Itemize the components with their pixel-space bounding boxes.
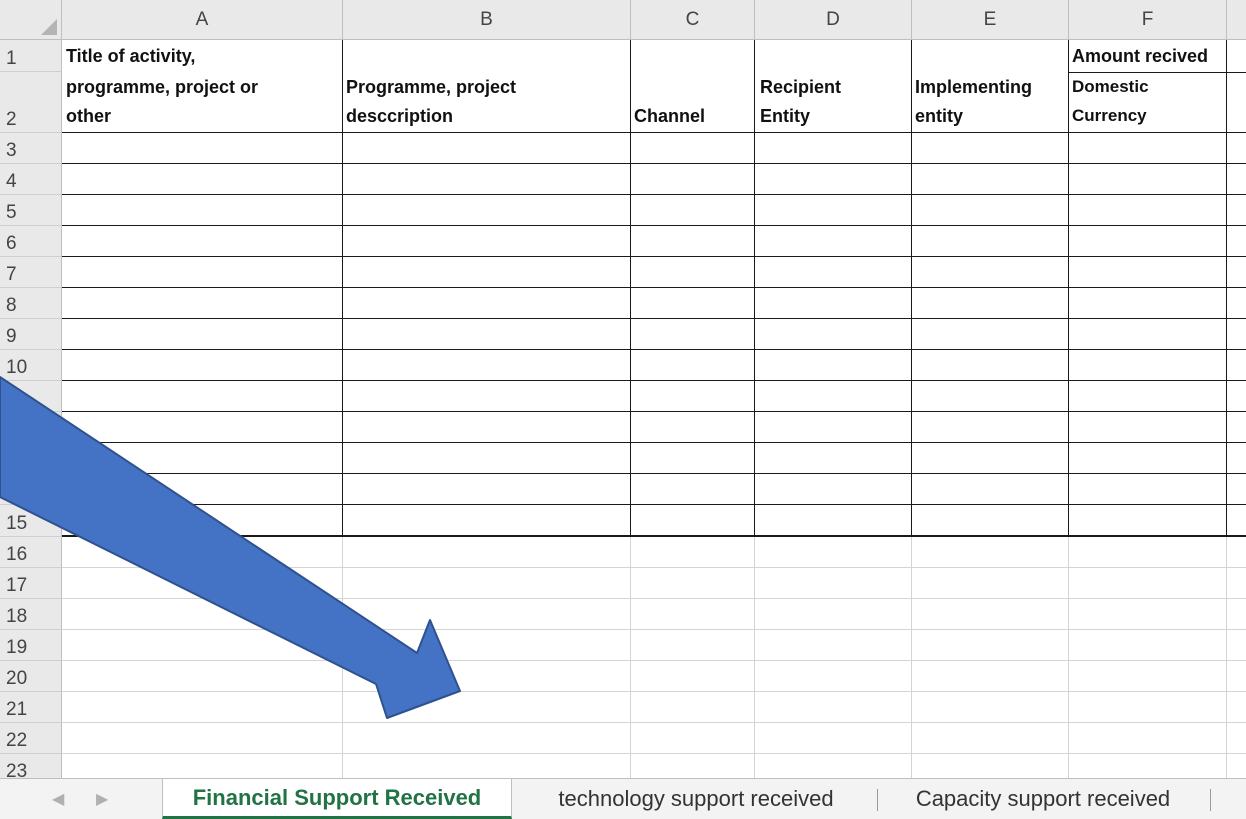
- gridline: [62, 629, 1246, 630]
- row-header-11[interactable]: 11: [0, 381, 62, 412]
- column-header-g[interactable]: [1227, 0, 1246, 40]
- cell-a2-line1[interactable]: programme, project or: [66, 77, 258, 98]
- table-border: [62, 349, 1246, 350]
- cell-f2-line2[interactable]: Currency: [1072, 106, 1147, 126]
- next-sheet-icon[interactable]: ▶: [96, 789, 108, 809]
- gridline: [62, 598, 1246, 599]
- row-header-3[interactable]: 3: [0, 133, 62, 164]
- table-border: [62, 380, 1246, 381]
- table-border: [62, 411, 1246, 412]
- row-header-10[interactable]: 10: [0, 350, 62, 381]
- tab-capacity-support-received[interactable]: Capacity support received: [882, 779, 1204, 819]
- table-border-bottom: [62, 535, 1246, 537]
- row-header-20[interactable]: 20: [0, 661, 62, 692]
- gridline: [62, 753, 1246, 754]
- prev-sheet-icon[interactable]: ◀: [52, 789, 64, 809]
- row-header-5[interactable]: 5: [0, 195, 62, 226]
- cell-c2[interactable]: Channel: [634, 106, 705, 127]
- table-border: [62, 473, 1246, 474]
- arrow-annotation: [0, 376, 461, 719]
- cell-a1[interactable]: Title of activity,: [66, 46, 195, 67]
- row-header-1[interactable]: 1: [0, 40, 62, 72]
- cell-f2-line1[interactable]: Domestic: [1072, 77, 1149, 97]
- select-all-corner[interactable]: [0, 0, 62, 40]
- column-header-d[interactable]: D: [755, 0, 912, 40]
- row-header-4[interactable]: 4: [0, 164, 62, 195]
- tab-technology-support-received[interactable]: technology support received: [520, 779, 872, 819]
- table-border: [1226, 40, 1227, 537]
- tab-separator: [1210, 789, 1211, 811]
- table-border: [342, 40, 343, 537]
- column-header-f[interactable]: F: [1069, 0, 1227, 40]
- cell-f1[interactable]: Amount recived: [1072, 46, 1246, 67]
- table-border: [62, 256, 1246, 257]
- row-header-19[interactable]: 19: [0, 630, 62, 661]
- column-header-a[interactable]: A: [62, 0, 343, 40]
- table-border: [62, 225, 1246, 226]
- gridline: [62, 567, 1246, 568]
- table-border: [62, 163, 1246, 164]
- row-header-21[interactable]: 21: [0, 692, 62, 723]
- row-header-7[interactable]: 7: [0, 257, 62, 288]
- cell-a2-line2[interactable]: other: [66, 106, 111, 127]
- row-header-13[interactable]: 13: [0, 443, 62, 474]
- cell-b2-line1[interactable]: Programme, project: [346, 77, 516, 98]
- row-header-23[interactable]: 23: [0, 754, 62, 778]
- tab-financial-support-received[interactable]: Financial Support Received: [162, 779, 512, 819]
- table-border: [911, 40, 912, 537]
- row-header-8[interactable]: 8: [0, 288, 62, 319]
- column-header-e[interactable]: E: [912, 0, 1069, 40]
- cell-b2-line2[interactable]: desccription: [346, 106, 453, 127]
- select-all-triangle-icon: [41, 19, 57, 35]
- row-header-17[interactable]: 17: [0, 568, 62, 599]
- row-header-6[interactable]: 6: [0, 226, 62, 257]
- table-border: [62, 318, 1246, 319]
- row-header-12[interactable]: 12: [0, 412, 62, 443]
- tab-separator: [877, 789, 878, 811]
- row-header-16[interactable]: 16: [0, 537, 62, 568]
- table-border: [62, 442, 1246, 443]
- cell-d2-line1[interactable]: Recipient: [760, 77, 841, 98]
- arrow-shape: [0, 376, 461, 719]
- row-header-9[interactable]: 9: [0, 319, 62, 350]
- spreadsheet-grid[interactable]: A B C D E F 1 2 3 4 5 6 7 8 9 10 11 12 1…: [0, 0, 1246, 778]
- table-border: [754, 40, 755, 537]
- row-header-18[interactable]: 18: [0, 599, 62, 630]
- sheet-tab-bar: ◀ ▶ Financial Support Received technolog…: [0, 778, 1246, 819]
- table-border: [630, 40, 631, 537]
- table-border: [62, 194, 1246, 195]
- column-header-c[interactable]: C: [631, 0, 755, 40]
- column-header-b[interactable]: B: [343, 0, 631, 40]
- row-header-15[interactable]: 15: [0, 505, 62, 537]
- gridline: [62, 722, 1246, 723]
- row-header-22[interactable]: 22: [0, 723, 62, 754]
- row-header-14[interactable]: 14: [0, 474, 62, 505]
- table-border: [1068, 72, 1246, 73]
- table-border: [1068, 40, 1069, 537]
- row-header-2[interactable]: 2: [0, 72, 62, 133]
- table-border: [62, 287, 1246, 288]
- cell-d2-line2[interactable]: Entity: [760, 106, 810, 127]
- cell-e2-line2[interactable]: entity: [915, 106, 963, 127]
- table-border: [62, 504, 1246, 505]
- gridline: [62, 691, 1246, 692]
- cell-e2-line1[interactable]: Implementing: [915, 77, 1032, 98]
- table-border: [62, 132, 1246, 133]
- gridline: [62, 660, 1246, 661]
